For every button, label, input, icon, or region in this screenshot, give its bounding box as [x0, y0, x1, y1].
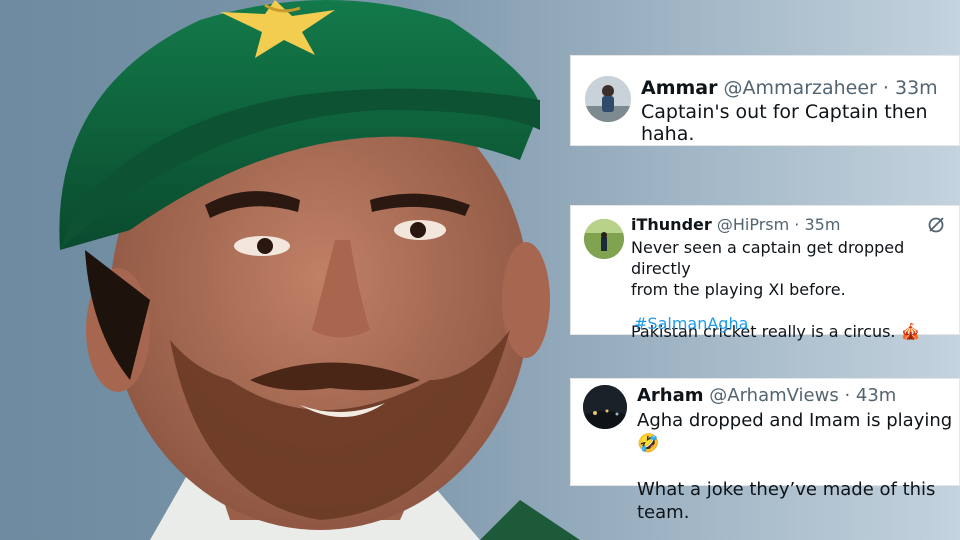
- handle-time: @HiPrsm · 35m: [716, 215, 841, 234]
- grok-icon[interactable]: [927, 216, 945, 234]
- tweet-header: Arham @ArhamViews · 43m: [637, 385, 896, 406]
- tweet-card[interactable]: Arham @ArhamViews · 43m Agha dropped and…: [570, 378, 960, 523]
- player-photo: [59, 0, 580, 540]
- tweet-card[interactable]: iThunder @HiPrsm · 35m Never seen a capt…: [570, 205, 960, 341]
- avatar[interactable]: [584, 219, 624, 259]
- hashtag-link[interactable]: #SalmanAgha: [634, 314, 748, 333]
- handle-time: @ArhamViews · 43m: [709, 385, 897, 406]
- display-name[interactable]: Arham: [637, 385, 704, 406]
- handle-time: @Ammarzaheer · 33m: [723, 77, 938, 99]
- avatar[interactable]: [583, 385, 627, 429]
- tweet-text: Captain's out for Captain then haha.: [641, 101, 928, 145]
- tweet-header: iThunder @HiPrsm · 35m: [631, 215, 840, 234]
- display-name[interactable]: iThunder: [631, 215, 712, 234]
- tweet-card[interactable]: Ammar @Ammarzaheer · 33m Captain's out f…: [570, 55, 960, 146]
- display-name[interactable]: Ammar: [641, 77, 718, 99]
- tweet-text: Agha dropped and Imam is playing 🤣 What …: [637, 410, 953, 523]
- avatar[interactable]: [585, 76, 631, 122]
- tweet-header: Ammar @Ammarzaheer · 33m: [641, 77, 938, 99]
